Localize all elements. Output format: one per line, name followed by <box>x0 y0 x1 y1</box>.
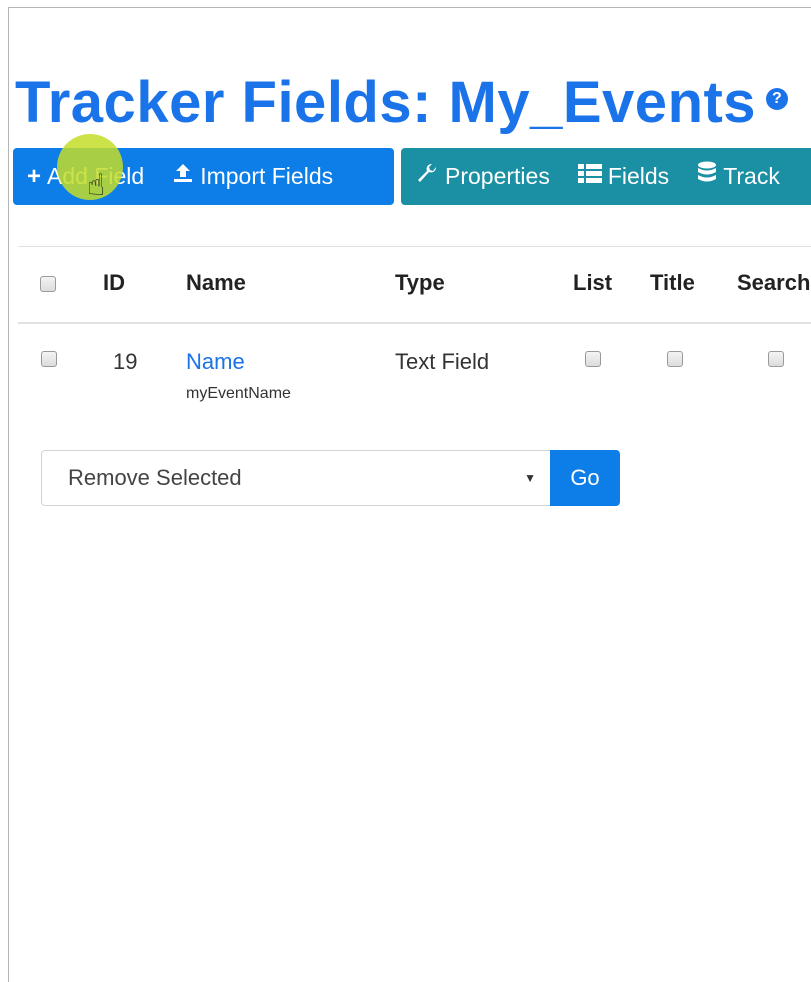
bulk-action-select[interactable]: Remove Selected ▼ <box>41 450 551 506</box>
secondary-button-group: Properties Fields Track <box>401 148 811 205</box>
row-select-checkbox[interactable] <box>41 351 57 367</box>
list-icon <box>577 162 602 191</box>
primary-button-group: + Add Field Import Fields <box>13 148 394 205</box>
table-top-divider <box>18 246 811 247</box>
bulk-action-selected-value: Remove Selected <box>68 465 242 490</box>
column-header-id[interactable]: ID <box>103 270 125 296</box>
database-icon <box>697 161 717 192</box>
wrench-icon <box>415 161 439 192</box>
field-permanent-name: myEventName <box>186 385 291 402</box>
column-header-type[interactable]: Type <box>395 270 445 296</box>
list-checkbox[interactable] <box>585 351 601 367</box>
go-button[interactable]: Go <box>550 450 620 506</box>
field-id: 19 <box>113 349 138 374</box>
plus-icon: + <box>27 162 42 190</box>
properties-button[interactable]: Properties <box>401 148 564 205</box>
question-circle-icon[interactable]: ? <box>766 87 789 110</box>
column-header-title: Title <box>650 270 695 295</box>
add-field-button[interactable]: + Add Field <box>13 148 158 205</box>
column-header-search: Search <box>737 270 811 295</box>
column-header-list: List <box>573 270 613 295</box>
field-type: Text Field <box>395 349 490 374</box>
field-name-link[interactable]: Name <box>186 349 245 375</box>
tracker-button[interactable]: Track <box>683 148 794 205</box>
select-all-checkbox[interactable] <box>40 276 56 292</box>
upload-icon <box>172 162 194 191</box>
title-checkbox[interactable] <box>667 351 683 367</box>
page-frame: Tracker Fields: My_Events? + Add Field I… <box>8 7 811 982</box>
search-checkbox[interactable] <box>768 351 784 367</box>
column-header-name[interactable]: Name <box>186 270 246 296</box>
caret-down-icon: ▼ <box>524 471 536 485</box>
table-header-divider <box>18 322 811 324</box>
import-fields-button[interactable]: Import Fields <box>158 148 347 205</box>
page-title: Tracker Fields: My_Events? <box>15 68 789 138</box>
fields-button[interactable]: Fields <box>564 148 683 205</box>
